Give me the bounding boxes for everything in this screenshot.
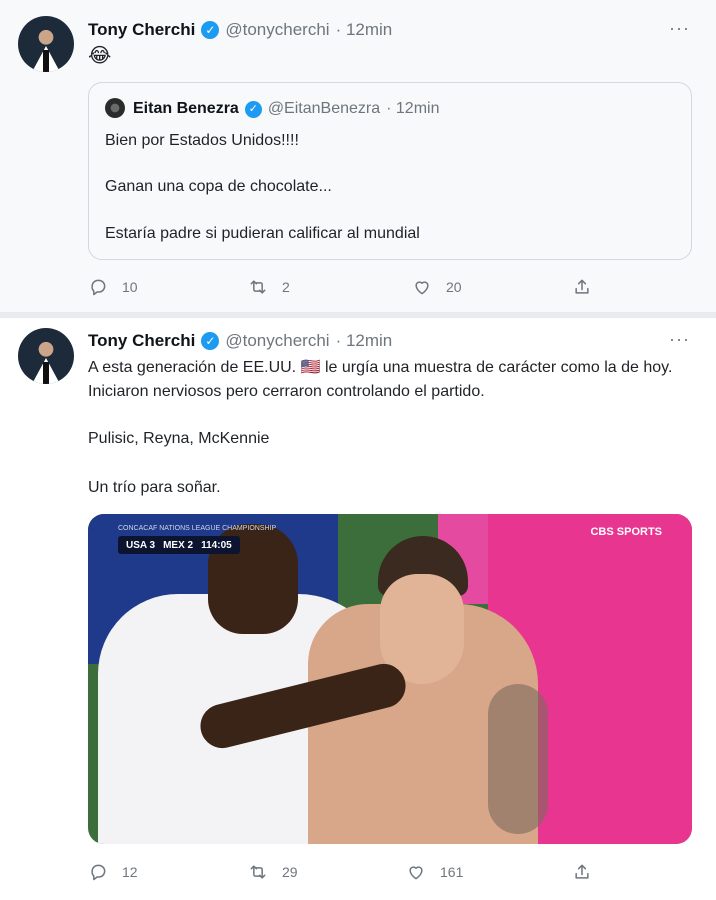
share-button[interactable] [572,276,592,298]
quoted-tweet[interactable]: Eitan Benezra ✓ @EitanBenezra · 12min Bi… [88,82,692,260]
author-avatar[interactable] [18,328,74,384]
reply-count: 12 [122,864,138,880]
tweet-header: Tony Cherchi ✓ @tonycherchi · 12min [88,330,392,352]
retweet-button[interactable]: 29 [248,861,298,883]
retweet-count: 2 [282,279,290,295]
quoted-tweet-time: · 12min [386,100,440,117]
like-button[interactable]: 161 [406,861,463,883]
quoted-text-line: Ganan una copa de chocolate... [105,178,332,195]
tweet-actions: 10 2 20 [88,276,608,298]
tweet-text: Pulisic, Reyna, McKennie [88,430,270,447]
tweet-text: 😂 [88,45,112,67]
like-count: 20 [446,279,462,295]
verified-badge-icon: ✓ [201,21,220,39]
heart-icon [415,281,429,295]
retweet-count: 29 [282,864,298,880]
reply-icon [91,279,106,296]
author-handle[interactable]: @tonycherchi [225,331,329,351]
author-name[interactable]: Tony Cherchi [88,20,195,40]
reply-button[interactable]: 10 [88,276,138,298]
author-name[interactable]: Tony Cherchi [88,331,195,351]
more-icon[interactable]: ··· [669,329,690,350]
like-button[interactable]: 20 [412,276,462,298]
match-clock: 114:05 [201,539,232,551]
tweet-actions: 12 29 161 [88,861,608,883]
tweet-header: Tony Cherchi ✓ @tonycherchi · 12min [88,19,392,41]
score-left: USA 3 [126,539,156,551]
share-button[interactable] [572,861,592,883]
reply-icon [91,864,106,881]
retweet-icon [250,865,266,879]
score-right: MEX 2 [163,539,194,551]
author-avatar[interactable] [18,16,74,72]
retweet-icon [250,280,266,294]
share-icon [575,279,589,294]
tweet-card[interactable]: Tony Cherchi ✓ @tonycherchi · 12min ··· … [0,0,716,312]
verified-badge-icon: ✓ [201,332,220,350]
scoreboard-title: CONCACAF NATIONS LEAGUE CHAMPIONSHIP [118,525,277,532]
tweet-text: Un trío para soñar. [88,479,221,496]
tweet-text: A esta generación de EE.UU. 🇺🇸 le urgía … [88,359,673,400]
author-handle[interactable]: @tonycherchi [225,20,329,40]
scoreboard: CONCACAF NATIONS LEAGUE CHAMPIONSHIP USA… [118,525,276,554]
more-icon[interactable]: ··· [669,18,690,39]
retweet-button[interactable]: 2 [248,276,290,298]
player-tattoo [488,684,548,834]
tweet-time[interactable]: · 12min [336,331,393,351]
quoted-author-avatar [105,98,125,118]
quoted-author-handle: @EitanBenezra [267,100,381,117]
broadcaster-logo: CBS SPORTS [590,526,662,538]
verified-badge-icon: ✓ [244,100,262,118]
quoted-text-line: Bien por Estados Unidos!!!! [105,132,299,149]
tweet-time[interactable]: · 12min [336,20,393,40]
reply-count: 10 [122,279,138,295]
like-count: 161 [440,864,464,880]
quoted-text-line: Estaría padre si pudieran calificar al m… [105,225,420,242]
reply-button[interactable]: 12 [88,861,138,883]
share-icon [575,864,589,879]
quoted-author-name: Eitan Benezra [133,100,239,117]
tweet-card[interactable]: Tony Cherchi ✓ @tonycherchi · 12min ··· … [0,318,716,900]
tweet-media-image[interactable]: CONCACAF NATIONS LEAGUE CHAMPIONSHIP USA… [88,514,692,844]
quoted-tweet-header: Eitan Benezra ✓ @EitanBenezra · 12min [133,98,439,120]
heart-icon [409,866,423,880]
